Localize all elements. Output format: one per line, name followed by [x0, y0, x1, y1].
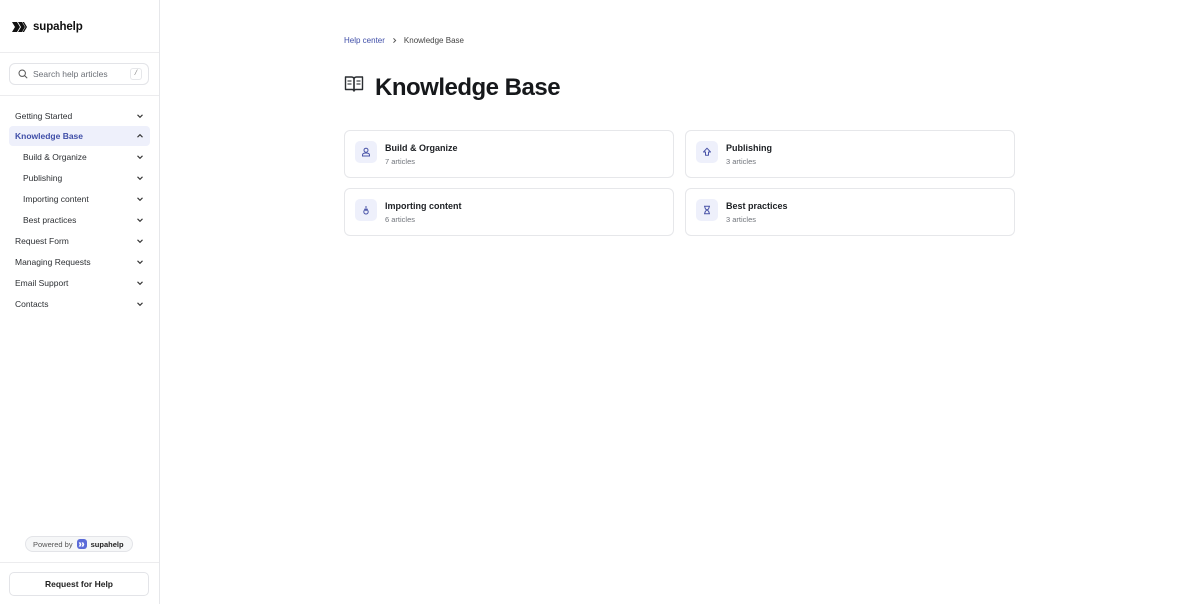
sidebar-item-label: Contacts — [15, 298, 49, 309]
chevron-right-icon — [393, 37, 397, 43]
chevron-down-icon[interactable] — [136, 195, 144, 203]
breadcrumb-link-help-center[interactable]: Help center — [344, 36, 385, 45]
powered-by-brand: supahelp — [90, 539, 124, 549]
sidebar-item-label: Best practices — [23, 214, 77, 225]
divider — [0, 52, 159, 53]
sidebar-item-label: Importing content — [23, 193, 89, 204]
search-box[interactable]: / — [9, 63, 149, 85]
sidebar-item-label: Managing Requests — [15, 256, 91, 267]
page-title: Knowledge Base — [375, 74, 561, 101]
import-icon — [355, 199, 377, 221]
category-title: Publishing — [726, 143, 772, 153]
search-shortcut-key: / — [130, 68, 142, 80]
sidebar-item-label: Request Form — [15, 235, 69, 246]
breadcrumb: Help center Knowledge Base — [344, 34, 464, 46]
sidebar-item-label: Build & Organize — [23, 151, 87, 162]
sidebar-item-knowledge-base[interactable]: Knowledge Base — [9, 126, 150, 146]
sidebar-item-publishing[interactable]: Publishing — [9, 167, 150, 188]
brand[interactable]: supahelp — [12, 18, 83, 36]
chevron-down-icon[interactable] — [136, 174, 144, 182]
hourglass-icon — [696, 199, 718, 221]
chevron-down-icon[interactable] — [136, 300, 144, 308]
search-icon — [18, 69, 28, 79]
category-article-count: 6 articles — [385, 215, 416, 224]
book-open-icon — [344, 76, 364, 92]
sidebar-item-label: Email Support — [15, 277, 69, 288]
category-title: Importing content — [385, 201, 462, 211]
category-card-publishing[interactable]: Publishing 3 articles — [685, 130, 1015, 178]
category-article-count: 7 articles — [385, 157, 416, 166]
sidebar-item-label: Publishing — [23, 172, 63, 183]
sidebar-item-getting-started[interactable]: Getting Started — [9, 105, 150, 126]
brand-name: supahelp — [33, 21, 83, 33]
category-article-count: 3 articles — [726, 157, 757, 166]
category-title: Best practices — [726, 201, 788, 211]
chevron-down-icon[interactable] — [136, 279, 144, 287]
supahelp-logo-icon — [12, 22, 27, 32]
sidebar-item-email-support[interactable]: Email Support — [9, 272, 150, 293]
powered-by-label: Powered by — [33, 539, 73, 549]
chevron-up-icon[interactable] — [136, 132, 144, 140]
category-card-importing-content[interactable]: Importing content 6 articles — [344, 188, 674, 236]
upload-arrow-icon — [696, 141, 718, 163]
sidebar-item-managing-requests[interactable]: Managing Requests — [9, 251, 150, 272]
chevron-down-icon[interactable] — [136, 216, 144, 224]
powered-by-badge[interactable]: Powered by supahelp — [25, 536, 133, 552]
supahelp-mini-logo-icon — [76, 539, 87, 549]
chevron-down-icon[interactable] — [136, 153, 144, 161]
sidebar-item-build-organize[interactable]: Build & Organize — [9, 146, 150, 167]
category-article-count: 3 articles — [726, 215, 757, 224]
divider — [0, 95, 159, 96]
sidebar-item-label: Knowledge Base — [15, 131, 84, 141]
category-title: Build & Organize — [385, 143, 458, 153]
chevron-down-icon[interactable] — [136, 237, 144, 245]
breadcrumb-current: Knowledge Base — [403, 35, 464, 45]
category-card-best-practices[interactable]: Best practices 3 articles — [685, 188, 1015, 236]
divider — [0, 562, 159, 563]
request-for-help-button[interactable]: Request for Help — [9, 572, 149, 596]
sidebar-item-contacts[interactable]: Contacts — [9, 293, 150, 314]
sidebar-nav: Getting Started Knowledge Base Build & O… — [9, 105, 150, 314]
category-card-build-organize[interactable]: Build & Organize 7 articles — [344, 130, 674, 178]
person-icon — [355, 141, 377, 163]
chevron-down-icon[interactable] — [136, 258, 144, 266]
page-header: Knowledge Base — [344, 72, 561, 104]
sidebar-item-label: Getting Started — [15, 110, 73, 121]
sidebar: supahelp / Getting Started Knowledge Bas… — [0, 0, 160, 604]
sidebar-item-best-practices[interactable]: Best practices — [9, 209, 150, 230]
search-input[interactable] — [33, 69, 123, 79]
sidebar-item-request-form[interactable]: Request Form — [9, 230, 150, 251]
sidebar-item-importing-content[interactable]: Importing content — [9, 188, 150, 209]
chevron-down-icon[interactable] — [136, 112, 144, 120]
